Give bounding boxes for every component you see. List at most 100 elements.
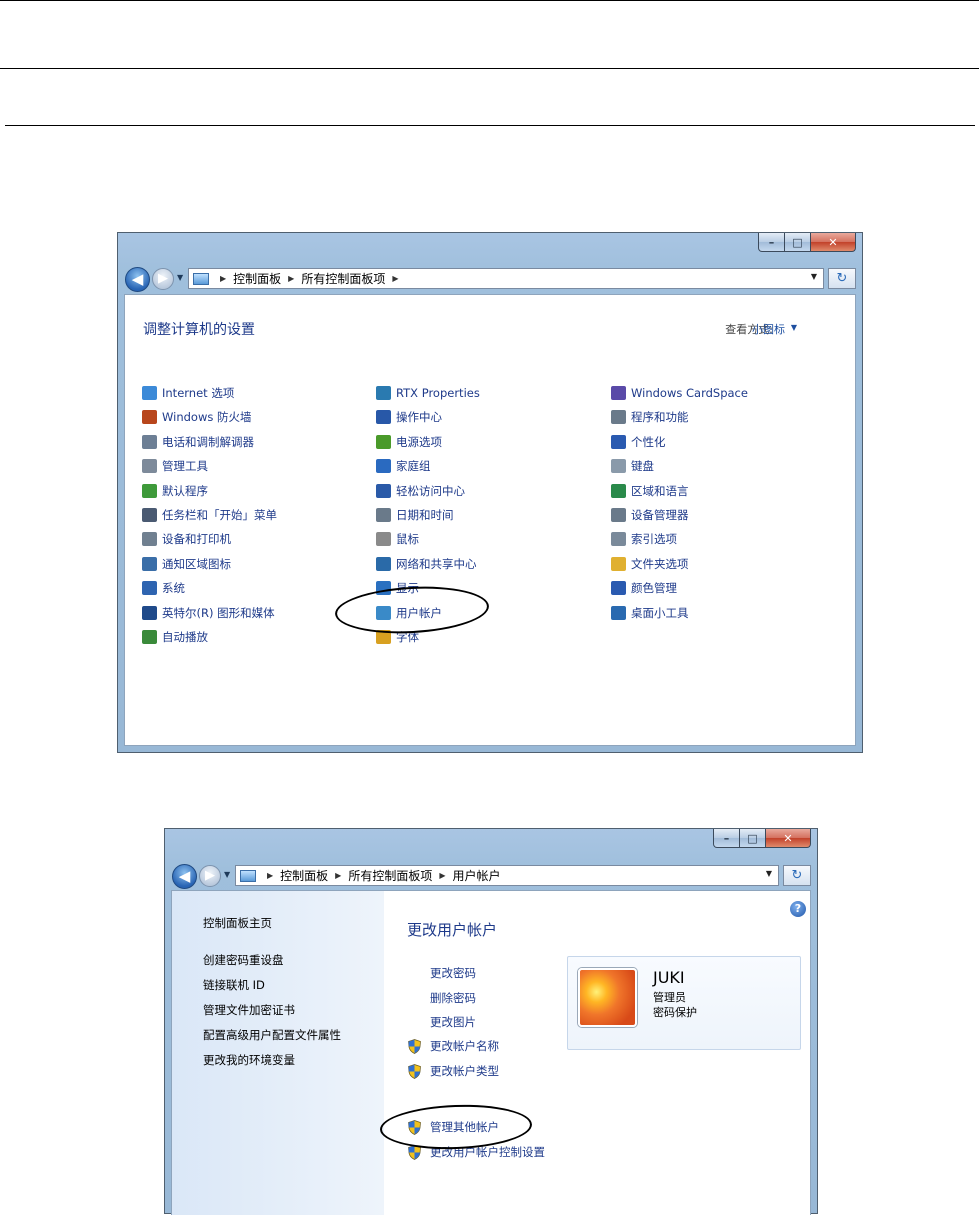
chevron-down-icon[interactable]: ▼: [791, 323, 797, 332]
control-panel-item[interactable]: 程序和功能: [611, 408, 689, 426]
recent-pages-dropdown[interactable]: ▼: [224, 870, 230, 879]
recent-pages-dropdown[interactable]: ▼: [177, 273, 183, 282]
control-panel-item[interactable]: 索引选项: [611, 530, 677, 548]
control-panel-item[interactable]: RTX Properties: [376, 384, 480, 402]
page-rule-bottom: [5, 125, 975, 126]
control-panel-item[interactable]: Internet 选项: [142, 384, 234, 402]
user-accounts-content: 控制面板主页 创建密码重设盘 链接联机 ID 管理文件加密证书 配置高级用户配置…: [171, 890, 811, 1215]
taskbar-icon: [142, 508, 157, 522]
sidebar-item-home[interactable]: 控制面板主页: [203, 915, 272, 931]
control-panel-icon: [193, 272, 209, 285]
refresh-button[interactable]: ↻: [828, 268, 856, 289]
sidebar-item-link[interactable]: 创建密码重设盘: [203, 952, 284, 968]
back-button[interactable]: ◀: [172, 864, 197, 889]
breadcrumb-item[interactable]: 控制面板: [233, 270, 281, 287]
control-panel-item[interactable]: 区域和语言: [611, 482, 689, 500]
maximize-button[interactable]: □: [740, 829, 766, 848]
control-panel-item[interactable]: 网络和共享中心: [376, 555, 477, 573]
control-panel-item[interactable]: 个性化: [611, 433, 666, 451]
chevron-right-icon: ▶: [267, 871, 274, 880]
breadcrumb-item[interactable]: 用户帐户: [453, 867, 501, 884]
refresh-button[interactable]: ↻: [783, 865, 811, 886]
firewall-icon: [142, 410, 157, 425]
address-bar[interactable]: ▶ 控制面板 ▶ 所有控制面板项 ▶ ▼: [188, 268, 824, 289]
close-button[interactable]: ✕: [766, 829, 811, 848]
sidebar-item-link[interactable]: 更改我的环境变量: [203, 1052, 295, 1068]
control-panel-item-label: 日期和时间: [396, 508, 454, 522]
forward-button[interactable]: ▶: [152, 268, 174, 290]
power-icon: [376, 434, 391, 449]
address-dropdown-icon[interactable]: ▼: [766, 869, 772, 878]
sidebar-item-link[interactable]: 链接联机 ID: [203, 977, 265, 993]
control-panel-item[interactable]: 键盘: [611, 457, 654, 475]
sidebar: 控制面板主页 创建密码重设盘 链接联机 ID 管理文件加密证书 配置高级用户配置…: [172, 891, 384, 1215]
control-panel-item-label: 管理工具: [162, 459, 208, 474]
control-panel-item[interactable]: 系统: [142, 579, 185, 597]
control-panel-item[interactable]: 鼠标: [376, 530, 419, 548]
breadcrumb-item[interactable]: 所有控制面板项: [301, 270, 385, 287]
page-title: 调整计算机的设置: [143, 322, 255, 338]
task-link[interactable]: 更改密码: [430, 965, 476, 981]
control-panel-item[interactable]: 轻松访问中心: [376, 482, 465, 500]
breadcrumb-item[interactable]: 控制面板: [280, 867, 328, 884]
control-panel-item[interactable]: 电话和调制解调器: [142, 433, 254, 451]
autoplay-icon: [142, 630, 157, 644]
title-bar[interactable]: – □ ✕: [165, 829, 817, 857]
user-role: 管理员: [653, 991, 686, 1004]
control-panel-item[interactable]: 英特尔(R) 图形和媒体: [142, 604, 275, 622]
control-panel-item-label: 默认程序: [162, 483, 208, 498]
indexing-icon: [611, 532, 626, 547]
control-panel-item-label: 网络和共享中心: [396, 556, 477, 571]
control-panel-window: – □ ✕ ◀ ▶ ▼ ▶ 控制面板 ▶ 所有控制面板项 ▶ ▼ ↻ 调整计算机…: [117, 232, 863, 753]
minimize-button[interactable]: –: [713, 829, 740, 848]
forward-button[interactable]: ▶: [199, 865, 221, 887]
minimize-button[interactable]: –: [758, 233, 785, 252]
view-by-dropdown[interactable]: 小图标: [752, 321, 785, 337]
control-panel-item[interactable]: 设备和打印机: [142, 530, 231, 548]
device-manager-icon: [611, 508, 626, 522]
control-panel-item[interactable]: 管理工具: [142, 457, 208, 475]
control-panel-item[interactable]: 设备管理器: [611, 506, 689, 524]
title-bar[interactable]: – □ ✕: [118, 233, 862, 261]
control-panel-item[interactable]: 默认程序: [142, 482, 208, 500]
control-panel-item[interactable]: 颜色管理: [611, 579, 677, 597]
control-panel-item[interactable]: Windows 防火墙: [142, 408, 252, 426]
chevron-right-icon: ▶: [288, 274, 295, 283]
help-icon[interactable]: ?: [790, 901, 806, 917]
control-panel-item[interactable]: 日期和时间: [376, 506, 454, 524]
breadcrumb-item[interactable]: 所有控制面板项: [348, 867, 432, 884]
maximize-button[interactable]: □: [785, 233, 811, 252]
task-link[interactable]: 更改图片: [430, 1014, 476, 1030]
control-panel-item[interactable]: 桌面小工具: [611, 604, 689, 622]
control-panel-item-label: 英特尔(R) 图形和媒体: [162, 605, 275, 620]
task-link[interactable]: 删除密码: [430, 990, 476, 1006]
control-panel-item[interactable]: Windows CardSpace: [611, 384, 748, 402]
internet-options-icon: [142, 386, 157, 400]
control-panel-item[interactable]: 自动播放: [142, 628, 208, 646]
address-dropdown-icon[interactable]: ▼: [811, 272, 817, 281]
address-bar[interactable]: ▶ 控制面板 ▶ 所有控制面板项 ▶ 用户帐户 ▼: [235, 865, 779, 886]
keyboard-icon: [611, 459, 626, 474]
control-panel-item[interactable]: 文件夹选项: [611, 555, 689, 573]
page-rule-top: [0, 0, 979, 1]
sidebar-item-link[interactable]: 管理文件加密证书: [203, 1002, 295, 1018]
task-link[interactable]: 更改帐户类型: [430, 1063, 499, 1079]
sidebar-item-link[interactable]: 配置高级用户配置文件属性: [203, 1027, 341, 1043]
control-panel-item-label: 区域和语言: [631, 483, 689, 498]
control-panel-item[interactable]: 电源选项: [376, 433, 442, 451]
navigation-bar: ◀ ▶ ▼ ▶ 控制面板 ▶ 所有控制面板项 ▶ 用户帐户 ▼ ↻: [169, 863, 813, 891]
control-panel-item-label: 桌面小工具: [631, 605, 689, 620]
control-panel-item[interactable]: 家庭组: [376, 457, 431, 475]
close-button[interactable]: ✕: [811, 233, 856, 252]
mouse-icon: [376, 532, 391, 547]
user-card: JUKI 管理员 密码保护: [567, 956, 801, 1050]
control-panel-item[interactable]: 操作中心: [376, 408, 442, 426]
control-panel-item-label: 设备和打印机: [162, 532, 231, 547]
page-title: 更改用户帐户: [407, 921, 498, 939]
control-panel-item[interactable]: 任务栏和「开始」菜单: [142, 506, 277, 524]
system-icon: [142, 581, 157, 596]
folder-options-icon: [611, 556, 626, 571]
back-button[interactable]: ◀: [125, 267, 150, 292]
task-link[interactable]: 更改帐户名称: [430, 1038, 499, 1054]
control-panel-item[interactable]: 通知区域图标: [142, 555, 231, 573]
